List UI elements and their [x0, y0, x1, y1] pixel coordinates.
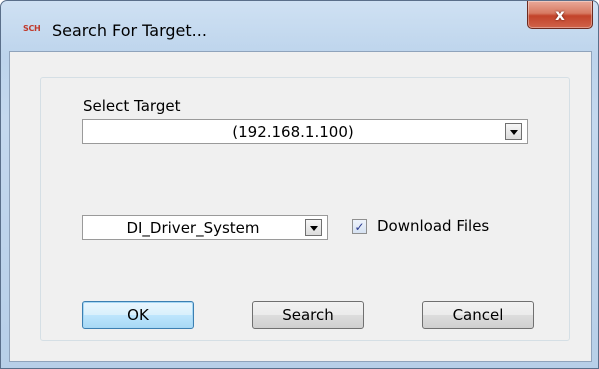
- close-button[interactable]: x: [527, 1, 593, 29]
- window-title: Search For Target...: [52, 21, 207, 40]
- cancel-button[interactable]: Cancel: [422, 301, 534, 329]
- select-target-label: Select Target: [83, 97, 181, 115]
- close-icon: x: [555, 5, 565, 24]
- system-dropdown[interactable]: DI_Driver_System: [82, 215, 328, 240]
- target-dropdown[interactable]: (192.168.1.100): [82, 119, 528, 144]
- download-files-checkbox[interactable]: ✓: [352, 219, 367, 234]
- app-icon: SCH: [23, 24, 41, 33]
- system-dropdown-button[interactable]: [305, 219, 322, 236]
- target-dropdown-button[interactable]: [505, 123, 522, 140]
- system-dropdown-value: DI_Driver_System: [126, 218, 260, 237]
- ok-button[interactable]: OK: [82, 301, 194, 329]
- dialog-window: SCH Search For Target... x Select Target…: [0, 0, 599, 369]
- search-button[interactable]: Search: [252, 301, 364, 329]
- dialog-client-area: Select Target (192.168.1.100) DI_Driver_…: [9, 51, 592, 362]
- download-files-label[interactable]: Download Files: [377, 217, 489, 235]
- target-dropdown-value: (192.168.1.100): [232, 122, 354, 141]
- chevron-down-icon: [509, 129, 518, 135]
- check-icon: ✓: [354, 219, 365, 234]
- chevron-down-icon: [309, 225, 318, 231]
